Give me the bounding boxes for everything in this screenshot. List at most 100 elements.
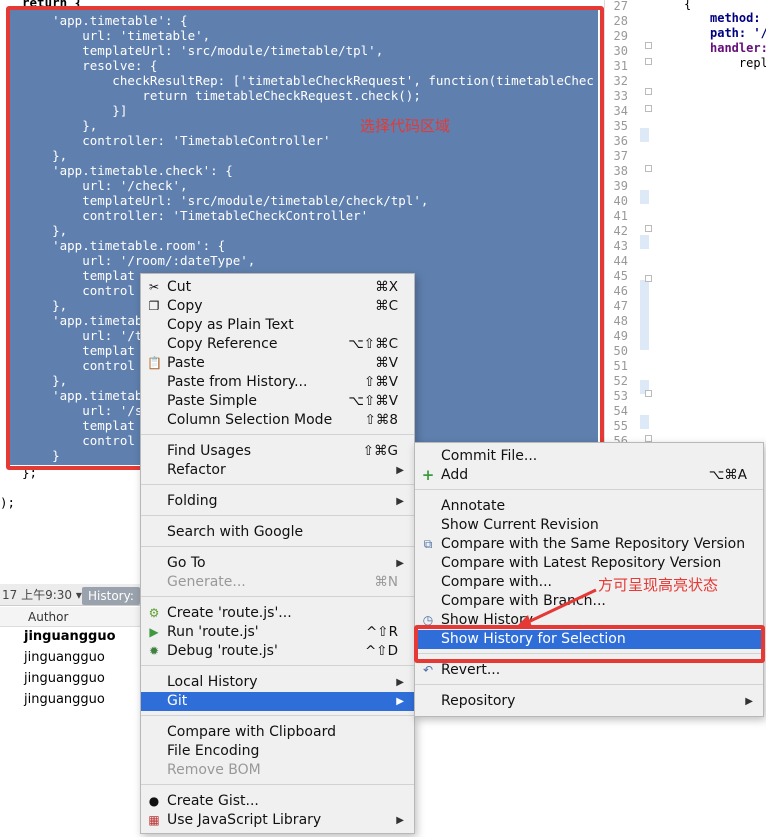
- menu-item-paste[interactable]: 📋 Paste ⌘V: [141, 354, 414, 373]
- menu-item-revert[interactable]: ↶ Revert...: [415, 661, 763, 680]
- fold-marker-icon[interactable]: [645, 435, 652, 442]
- code-line: {: [684, 0, 692, 11]
- menu-item-compare-latest[interactable]: Compare with Latest Repository Version: [415, 554, 763, 573]
- change-marker: [640, 280, 649, 350]
- column-author[interactable]: Author: [0, 610, 68, 624]
- menu-item-column-selection[interactable]: Column Selection Mode ⇧⌘8: [141, 411, 414, 430]
- context-menu: ✂ Cut ⌘X ❐ Copy ⌘C Copy as Plain Text Copy R…: [140, 273, 415, 834]
- menu-separator: [415, 684, 763, 685]
- change-marker: [640, 128, 649, 142]
- fold-marker-icon[interactable]: [645, 165, 652, 172]
- history-timestamp[interactable]: 17 上午9:30 ▾: [0, 588, 82, 602]
- menu-item-git[interactable]: Git ▶: [141, 692, 414, 711]
- fold-marker-icon[interactable]: [645, 88, 652, 95]
- menu-separator: [141, 434, 414, 435]
- copy-icon: ❐: [148, 299, 160, 313]
- code-line: repl: [710, 56, 766, 70]
- menu-item-add[interactable]: + Add ⌥⌘A: [415, 466, 763, 485]
- line-number: 49: [613, 329, 628, 343]
- menu-item-remove-bom[interactable]: Remove BOM: [141, 761, 414, 780]
- table-row[interactable]: jinguangguo: [24, 689, 105, 710]
- menu-item-file-encoding[interactable]: File Encoding: [141, 742, 414, 761]
- menu-item-local-history[interactable]: Local History ▶: [141, 673, 414, 692]
- right-editor-pane[interactable]: { method: path: '/ handler: repl: [632, 0, 766, 470]
- chevron-right-icon: ▶: [396, 815, 404, 826]
- line-number: 50: [613, 344, 628, 358]
- menu-item-goto[interactable]: Go To ▶: [141, 554, 414, 573]
- menu-item-cut[interactable]: ✂ Cut ⌘X: [141, 278, 414, 297]
- fold-marker-icon[interactable]: [645, 105, 652, 112]
- line-number: 52: [613, 374, 628, 388]
- line-number: 44: [613, 254, 628, 268]
- line-number: 55: [613, 419, 628, 433]
- change-marker: [640, 235, 649, 249]
- line-number: 33: [613, 89, 628, 103]
- menu-item-create-gist[interactable]: ● Create Gist...: [141, 792, 414, 811]
- code-line: path: '/: [710, 26, 766, 40]
- menu-item-show-current-revision[interactable]: Show Current Revision: [415, 516, 763, 535]
- fold-marker-icon[interactable]: [645, 58, 652, 65]
- line-number: 48: [613, 314, 628, 328]
- menu-item-find-usages[interactable]: Find Usages ⇧⌘G: [141, 442, 414, 461]
- fold-marker-icon[interactable]: [645, 225, 652, 232]
- code-line: handler:: [710, 41, 766, 55]
- menu-item-compare-clipboard[interactable]: Compare with Clipboard: [141, 723, 414, 742]
- chevron-right-icon: ▶: [396, 677, 404, 688]
- menu-item-generate[interactable]: Generate... ⌘N: [141, 573, 414, 592]
- line-number: 35: [613, 119, 628, 133]
- library-icon: ▦: [148, 813, 160, 827]
- line-number: 31: [613, 59, 628, 73]
- line-number: 46: [613, 284, 628, 298]
- paste-icon: 📋: [147, 356, 162, 370]
- debug-icon: ✹: [148, 644, 160, 658]
- plus-icon: +: [421, 466, 435, 484]
- line-number: 40: [613, 194, 628, 208]
- menu-item-compare-same-repo[interactable]: ⧉ Compare with the Same Repository Versio…: [415, 535, 763, 554]
- menu-item-commit-file[interactable]: Commit File...: [415, 447, 763, 466]
- menu-item-debug[interactable]: ✹ Debug 'route.js' ^⇧D: [141, 642, 414, 661]
- menu-item-paste-simple[interactable]: Paste Simple ⌥⇧⌘V: [141, 392, 414, 411]
- compare-icon: ⧉: [423, 537, 433, 551]
- line-number: 37: [613, 149, 628, 163]
- line-number: 42: [613, 224, 628, 238]
- line-number: 28: [613, 14, 628, 28]
- menu-item-refactor[interactable]: Refactor ▶: [141, 461, 414, 475]
- highlight-state-annotation: 方可呈现高亮状态: [598, 576, 719, 594]
- menu-item-copy[interactable]: ❐ Copy ⌘C: [141, 297, 414, 316]
- menu-separator: [415, 489, 763, 490]
- table-row[interactable]: jinguangguo: [24, 626, 116, 647]
- menu-item-paste-history[interactable]: Paste from History... ⇧⌘V: [141, 373, 414, 392]
- run-icon: ▶: [149, 625, 159, 639]
- menu-separator: [141, 715, 414, 716]
- menu-item-repository[interactable]: Repository ▶: [415, 692, 763, 711]
- github-icon: ●: [148, 794, 160, 808]
- fold-marker-icon[interactable]: [645, 390, 652, 397]
- menu-item-annotate[interactable]: Annotate: [415, 497, 763, 516]
- history-table-header: Author: [0, 607, 140, 627]
- menu-item-js-library[interactable]: ▦ Use JavaScript Library ▶: [141, 811, 414, 830]
- line-number: 38: [613, 164, 628, 178]
- menu-item-copy-plain[interactable]: Copy as Plain Text: [141, 316, 414, 335]
- fold-marker-icon[interactable]: [645, 275, 652, 282]
- line-number: 29: [613, 29, 628, 43]
- code-line: method:: [710, 11, 761, 25]
- line-number: 54: [613, 404, 628, 418]
- table-row[interactable]: jinguangguo: [24, 647, 105, 668]
- line-number: 27: [613, 0, 628, 13]
- line-number: 45: [613, 269, 628, 283]
- history-tab[interactable]: History: ro: [82, 587, 140, 621]
- line-number: 41: [613, 209, 628, 223]
- fold-marker-icon[interactable]: [645, 42, 652, 49]
- select-region-annotation: 选择代码区域: [360, 117, 451, 135]
- menu-item-create-config[interactable]: ⚙ Create 'route.js'...: [141, 604, 414, 623]
- menu-item-run[interactable]: ▶ Run 'route.js' ^⇧R: [141, 623, 414, 642]
- chevron-right-icon: ▶: [396, 496, 404, 507]
- menu-item-search-google[interactable]: Search with Google: [141, 523, 414, 542]
- chevron-right-icon: ▶: [396, 696, 404, 707]
- menu-separator: [141, 784, 414, 785]
- menu-item-copy-reference[interactable]: Copy Reference ⌥⇧⌘C: [141, 335, 414, 354]
- menu-item-folding[interactable]: Folding ▶: [141, 492, 414, 511]
- change-marker: [640, 415, 649, 429]
- line-number: 39: [613, 179, 628, 193]
- table-row[interactable]: jinguangguo: [24, 668, 105, 689]
